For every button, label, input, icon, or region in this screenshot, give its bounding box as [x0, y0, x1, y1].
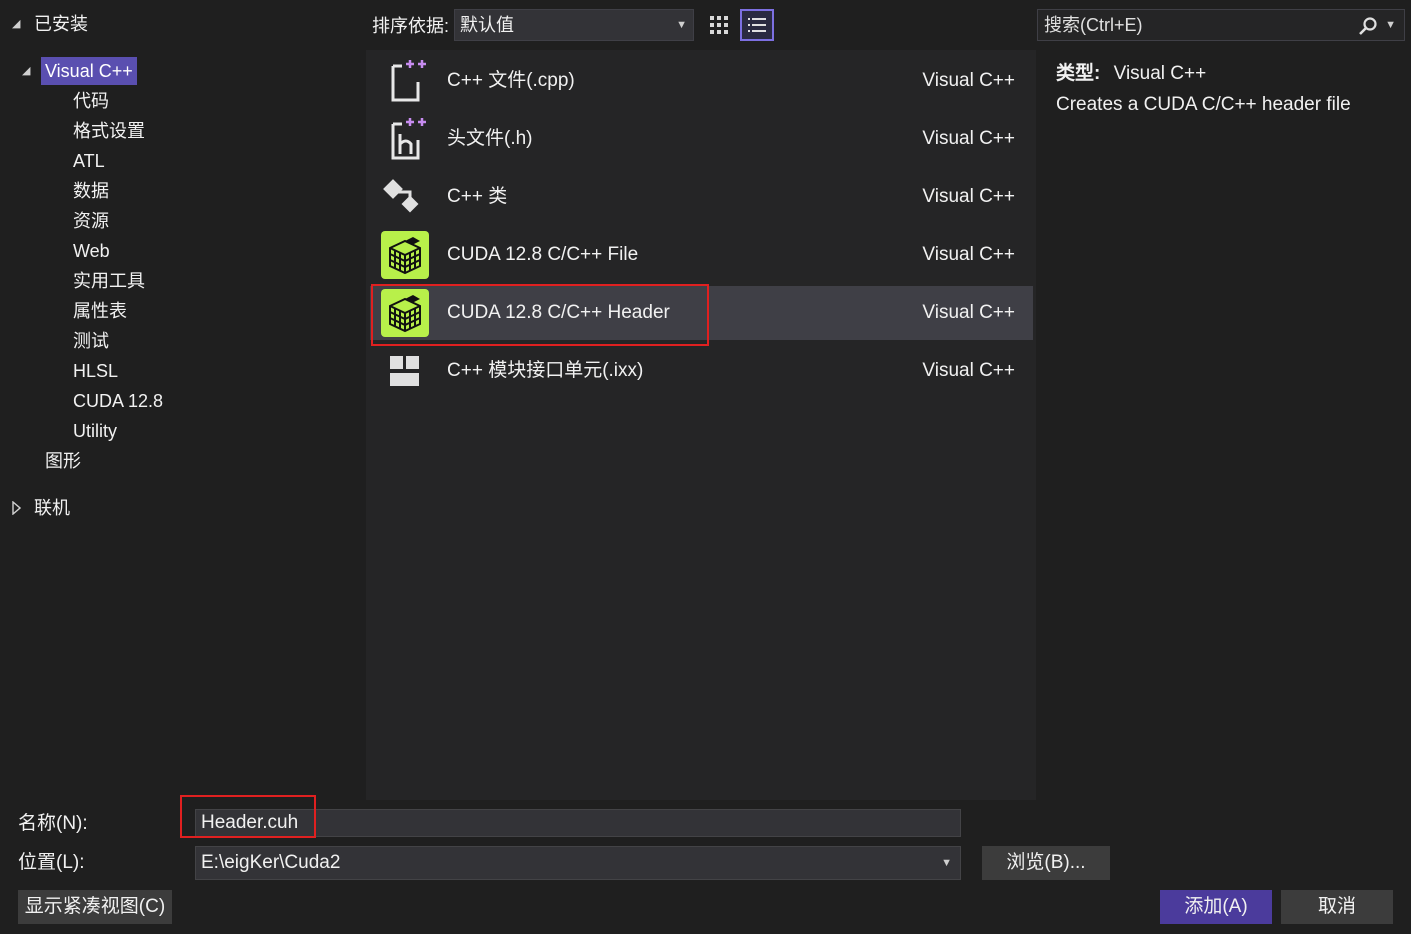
search-input[interactable]: 搜索(Ctrl+E) ▼ — [1037, 9, 1405, 41]
chevron-down-icon[interactable]: ▼ — [1385, 10, 1396, 40]
location-label: 位置(L): — [18, 852, 85, 873]
cpp-file-icon — [380, 56, 430, 106]
template-language: Visual C++ — [922, 186, 1015, 207]
tree-node-online[interactable]: 联机 — [34, 494, 70, 522]
tree-node-utility[interactable]: Utility — [73, 417, 117, 445]
collapse-arrow-icon[interactable] — [12, 500, 22, 518]
list-view-icon — [748, 18, 766, 32]
template-list: C++ 文件(.cpp) Visual C++ 头文件(.h) Visual C… — [366, 50, 1036, 800]
tree-node-visual-cpp[interactable]: Visual C++ — [41, 57, 137, 85]
name-label: 名称(N): — [18, 813, 88, 834]
sort-value: 默认值 — [460, 15, 514, 35]
search-placeholder: 搜索(Ctrl+E) — [1044, 15, 1143, 35]
tree-node-installed[interactable]: 已安装 — [34, 10, 88, 38]
add-button[interactable]: 添加(A) — [1160, 890, 1272, 924]
template-item-module-interface[interactable]: C++ 模块接口单元(.ixx) Visual C++ — [370, 344, 1033, 398]
tree-node-formatting[interactable]: 格式设置 — [73, 117, 145, 145]
tree-node-property-sheets[interactable]: 属性表 — [73, 297, 127, 325]
grid-view-button[interactable] — [704, 10, 734, 40]
template-details: 类型: Visual C++ Creates a CUDA C/C++ head… — [1036, 50, 1411, 800]
sort-label: 排序依据: — [372, 16, 450, 36]
template-name: 头文件(.h) — [447, 128, 533, 149]
chevron-down-icon: ▼ — [941, 857, 952, 869]
browse-button[interactable]: 浏览(B)... — [982, 846, 1110, 880]
template-language: Visual C++ — [922, 302, 1015, 323]
tree-node-utilities[interactable]: 实用工具 — [73, 267, 145, 295]
location-dropdown[interactable]: E:\eigKer\Cuda2 ▼ — [195, 846, 961, 880]
grid-view-icon — [710, 16, 728, 34]
detail-description: Creates a CUDA C/C++ header file — [1056, 94, 1351, 115]
module-interface-icon — [380, 346, 430, 396]
template-language: Visual C++ — [922, 70, 1015, 91]
template-language: Visual C++ — [922, 128, 1015, 149]
template-name: C++ 类 — [447, 186, 508, 207]
cpp-class-icon — [380, 172, 430, 222]
tree-node-resources[interactable]: 资源 — [73, 207, 109, 235]
expand-arrow-icon[interactable]: ◢ — [12, 17, 20, 30]
tree-node-data[interactable]: 数据 — [73, 177, 109, 205]
search-icon[interactable] — [1358, 15, 1378, 45]
chevron-down-icon: ▼ — [676, 19, 687, 31]
category-tree: ◢ 已安装 ◢ Visual C++ 代码 格式设置 ATL 数据 资源 Web… — [0, 0, 366, 800]
template-item-cuda-file[interactable]: CUDA 12.8 C/C++ File Visual C++ — [370, 228, 1033, 282]
template-name: C++ 模块接口单元(.ixx) — [447, 360, 644, 381]
list-view-button[interactable] — [740, 9, 774, 41]
header-file-icon — [380, 114, 430, 164]
detail-type-label: 类型: — [1056, 63, 1101, 84]
tree-node-test[interactable]: 测试 — [73, 327, 109, 355]
template-item-cpp-class[interactable]: C++ 类 Visual C++ — [370, 170, 1033, 224]
name-value: Header.cuh — [201, 812, 299, 833]
template-name: CUDA 12.8 C/C++ Header — [447, 302, 670, 323]
detail-type: 类型: Visual C++ — [1056, 58, 1206, 85]
tree-node-web[interactable]: Web — [73, 237, 110, 265]
name-input[interactable]: Header.cuh — [195, 809, 961, 837]
cancel-button[interactable]: 取消 — [1281, 890, 1393, 924]
template-language: Visual C++ — [922, 244, 1015, 265]
template-item-cuda-header[interactable]: CUDA 12.8 C/C++ Header Visual C++ — [370, 286, 1033, 340]
compact-view-button[interactable]: 显示紧凑视图(C) — [18, 890, 172, 924]
tree-node-hlsl[interactable]: HLSL — [73, 357, 118, 385]
template-name: C++ 文件(.cpp) — [447, 70, 575, 91]
template-language: Visual C++ — [922, 360, 1015, 381]
template-item-cpp-file[interactable]: C++ 文件(.cpp) Visual C++ — [370, 54, 1033, 108]
tree-node-atl[interactable]: ATL — [73, 147, 105, 175]
template-name: CUDA 12.8 C/C++ File — [447, 244, 639, 265]
template-item-header-file[interactable]: 头文件(.h) Visual C++ — [370, 112, 1033, 166]
expand-arrow-icon[interactable]: ◢ — [22, 64, 30, 77]
cuda-cube-icon — [380, 230, 430, 280]
sort-dropdown[interactable]: 默认值 ▼ — [454, 9, 694, 41]
location-value: E:\eigKer\Cuda2 — [201, 852, 341, 873]
file-form: 名称(N): Header.cuh 位置(L): E:\eigKer\Cuda2… — [0, 795, 1411, 934]
tree-node-cuda[interactable]: CUDA 12.8 — [73, 387, 163, 415]
tree-node-graphics[interactable]: 图形 — [45, 447, 81, 475]
cuda-cube-icon — [380, 288, 430, 338]
detail-type-value: Visual C++ — [1113, 63, 1207, 84]
tree-node-code[interactable]: 代码 — [73, 87, 109, 115]
